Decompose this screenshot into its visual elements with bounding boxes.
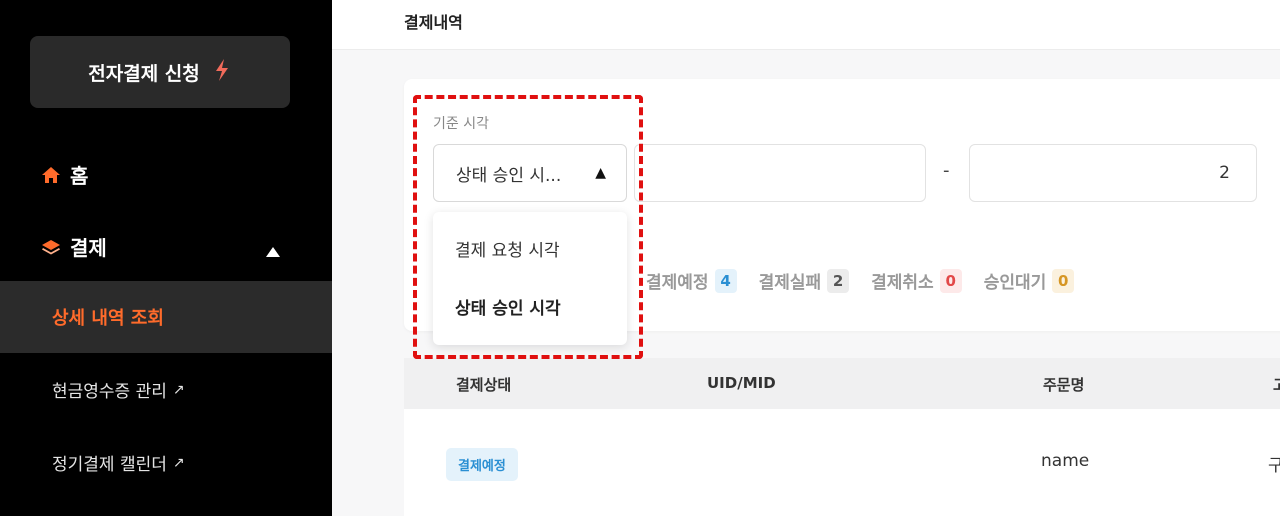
sidebar-item-label: 정기결제 캘린더: [52, 455, 167, 475]
column-header[interactable]: 주문명: [1043, 374, 1084, 395]
page-title: 결제내역: [404, 13, 463, 32]
home-icon: [40, 164, 62, 186]
caret-up-icon: ▲: [595, 165, 606, 181]
nav-home[interactable]: 홈: [40, 160, 88, 189]
layers-icon: [40, 236, 62, 258]
time-basis-dropdown: 결제 요청 시각 상태 승인 시각: [433, 212, 627, 345]
nav-home-label: 홈: [70, 164, 89, 188]
column-header[interactable]: 결제상태: [456, 374, 511, 395]
tab-label: 승인대기: [983, 273, 1047, 293]
sidebar-item-detail-history[interactable]: 상세 내역 조회: [0, 281, 332, 353]
table-header: 결제상태 UID/MID 주문명 고: [404, 358, 1280, 409]
caret-up-icon: [266, 238, 280, 262]
option-approval-time[interactable]: 상태 승인 시각: [455, 294, 561, 319]
time-basis-select[interactable]: 상태 승인 시... ▲: [433, 144, 627, 202]
apply-button-label: 전자결제 신청: [88, 62, 200, 85]
sidebar-item-cash-receipt[interactable]: 현금영수증 관리 ↗: [52, 377, 185, 403]
count-badge: 0: [939, 268, 962, 293]
count-badge: 2: [827, 268, 850, 293]
tab-failed[interactable]: 결제실패 2: [759, 268, 850, 293]
sidebar-item-recurring-calendar[interactable]: 정기결제 캘린더 ↗: [52, 450, 185, 476]
apply-payment-button[interactable]: 전자결제 신청: [30, 36, 290, 108]
date-range-separator: -: [943, 160, 950, 181]
lightning-icon: [212, 58, 232, 87]
start-date-input[interactable]: [634, 144, 926, 202]
column-header[interactable]: UID/MID: [707, 374, 776, 392]
nav-payment-label: 결제: [70, 236, 107, 260]
tab-label: 결제예정: [646, 273, 709, 293]
tab-label: 결제취소: [871, 273, 934, 293]
count-badge: 0: [1052, 268, 1075, 293]
table-row[interactable]: 결제예정 name 구: [404, 409, 1280, 516]
sidebar: 전자결제 신청 홈 결제 상세 내역 조회 현금영수증 관리 ↗ 정기결제 캘린…: [0, 0, 332, 516]
tab-pending-approval[interactable]: 승인대기 0: [984, 268, 1075, 293]
tab-scheduled[interactable]: 결제예정 4: [646, 268, 737, 293]
end-date-value: 2: [1219, 163, 1230, 183]
field-label: 기준 시각: [433, 116, 489, 132]
order-name-cell: name: [1041, 451, 1090, 471]
tab-cancelled[interactable]: 결제취소 0: [871, 268, 962, 293]
sidebar-item-label: 현금영수증 관리: [52, 382, 167, 402]
sidebar-item-label: 상세 내역 조회: [52, 308, 164, 329]
tab-label: 결제실패: [758, 273, 822, 293]
count-badge: 4: [714, 268, 737, 293]
option-request-time[interactable]: 결제 요청 시각: [455, 236, 560, 261]
external-link-icon: ↗: [172, 454, 185, 471]
table-cell: 구: [1268, 456, 1280, 476]
external-link-icon: ↗: [172, 381, 185, 398]
column-header[interactable]: 고: [1273, 374, 1280, 395]
status-badge: 결제예정: [446, 448, 518, 481]
nav-payment[interactable]: 결제: [40, 232, 280, 261]
select-value: 상태 승인 시...: [456, 165, 562, 186]
page-header: 결제내역: [332, 0, 1280, 50]
end-date-input[interactable]: 2: [969, 144, 1257, 202]
status-tabs: 결제예정 4 결제실패 2 결제취소 0 승인대기 0: [646, 268, 1075, 293]
